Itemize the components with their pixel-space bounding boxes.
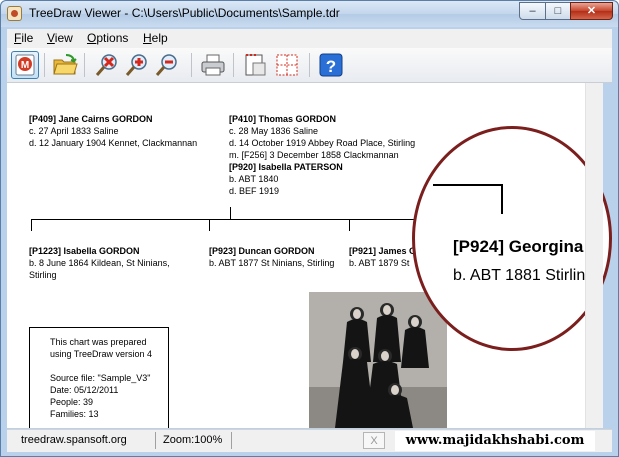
person-p409[interactable]: [P409] Jane Cairns GORDON c. 27 April 18… [29,113,197,149]
watermark-text: www.majidakhshabi.com [395,431,595,451]
status-divider [155,432,156,449]
status-website: treedraw.spansoft.org [21,434,127,446]
magnified-person-name: [P924] Georgina G [453,237,602,256]
connector-line [501,184,503,214]
connector-line [31,219,32,231]
connector-line [209,219,210,231]
menu-file[interactable]: File [14,31,33,45]
toolbar-separator [44,53,45,77]
toolbar-separator [191,53,192,77]
vertical-scrollbar[interactable] [585,83,603,428]
page-setup-icon[interactable] [241,51,269,79]
info-line: Families: 13 [50,409,99,419]
status-zoom: Zoom:100% [163,434,223,446]
connector-line [349,219,350,231]
status-bar: treedraw.spansoft.org Zoom:100% X www.ma… [7,429,612,452]
family-photo[interactable] [309,292,447,428]
info-line: using TreeDraw version 4 [50,349,153,359]
close-button[interactable]: ✕ [570,2,613,20]
connector-line [31,219,451,220]
toolbar-separator [233,53,234,77]
svg-text:M: M [21,60,29,71]
page-grid-icon[interactable] [273,51,301,79]
connector-line [230,207,231,219]
person-p410[interactable]: [P410] Thomas GORDON c. 28 May 1836 Sali… [229,113,415,197]
person-name: [P921] James G [349,246,417,256]
magnifier-lens[interactable]: [P924] Georgina G b. ABT 1881 Stirlin [412,126,612,351]
status-x-button[interactable]: X [363,432,385,449]
chart-info-box: This chart was prepared using TreeDraw v… [29,327,169,428]
person-detail: b. 8 June 1864 Kildean, St Ninians, [29,258,170,268]
zoom-in-icon[interactable] [123,51,151,79]
spouse-name: [P920] Isabella PATERSON [229,162,343,172]
magnified-person-birth: b. ABT 1881 Stirlin [453,267,586,284]
info-line [50,360,168,372]
menu-help[interactable]: Help [143,31,168,45]
minimize-button[interactable]: – [519,2,546,20]
connector-line [433,184,503,186]
menu-options[interactable]: Options [87,31,128,45]
person-p923[interactable]: [P923] Duncan GORDON b. ABT 1877 St Nini… [209,245,334,269]
person-detail: c. 28 May 1836 Saline [229,126,319,136]
person-name: [P410] Thomas GORDON [229,114,337,124]
status-divider [231,432,232,449]
info-line: Date: 05/12/2011 [50,385,119,395]
person-p1223[interactable]: [P1223] Isabella GORDON b. 8 June 1864 K… [29,245,170,281]
person-name: [P1223] Isabella GORDON [29,246,140,256]
toolbar-separator [309,53,310,77]
app-window: TreeDraw Viewer - C:\Users\Public\Docume… [0,0,619,457]
person-detail: d. 12 January 1904 Kennet, Clackmannan [29,138,198,148]
toolbar-separator [84,53,85,77]
info-line: People: 39 [50,397,94,407]
toolbar: M ? [7,48,612,83]
marriage-detail: m. [F256] 3 December 1858 Clackmannan [229,150,399,160]
person-detail: b. ABT 1879 St [349,258,410,268]
print-icon[interactable] [199,51,227,79]
window-title: TreeDraw Viewer - C:\Users\Public\Docume… [29,6,340,20]
maximize-button[interactable]: □ [545,2,571,20]
app-icon[interactable] [7,6,22,21]
zoom-fit-icon[interactable] [93,51,121,79]
treedraw-logo-icon[interactable]: M [11,51,39,79]
info-line: This chart was prepared [50,337,147,347]
person-detail: d. 14 October 1919 Abbey Road Place, Sti… [229,138,416,148]
person-detail: b. ABT 1877 St Ninians, Stirling [209,258,335,268]
person-p921[interactable]: [P921] James G b. ABT 1879 St [349,245,416,269]
person-detail: b. ABT 1840 [229,174,279,184]
zoom-out-icon[interactable] [153,51,181,79]
person-name: [P923] Duncan GORDON [209,246,315,256]
info-line: Source file: "Sample_V3" [50,373,151,383]
person-detail: d. BEF 1919 [229,186,280,196]
person-detail: c. 27 April 1833 Saline [29,126,119,136]
person-detail: Stirling [29,270,57,280]
open-folder-icon[interactable] [51,51,79,79]
person-name: [P409] Jane Cairns GORDON [29,114,153,124]
title-bar[interactable]: TreeDraw Viewer - C:\Users\Public\Docume… [1,1,618,27]
help-icon[interactable]: ? [317,51,345,79]
svg-text:?: ? [326,57,336,76]
menu-bar: File View Options Help [7,29,612,48]
menu-view[interactable]: View [47,31,73,45]
